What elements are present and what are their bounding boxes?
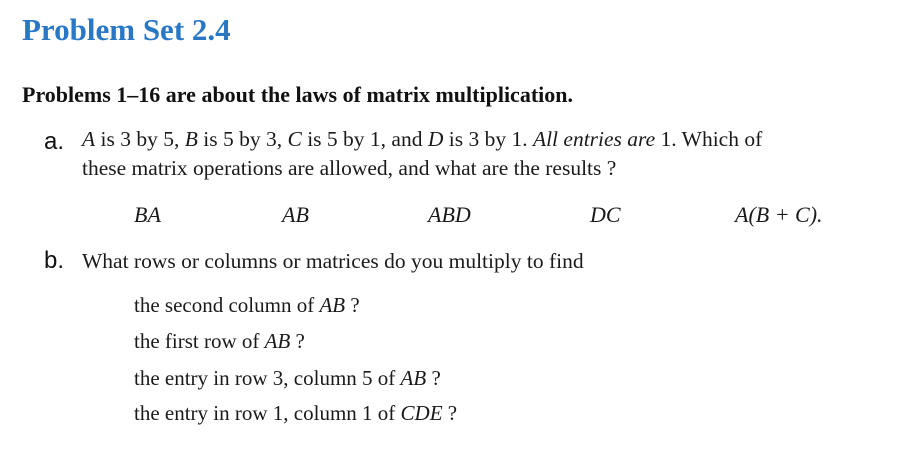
problem-b-item-1: the second column of AB ? bbox=[134, 293, 360, 318]
var-b: B bbox=[184, 127, 198, 151]
text-segment: is 5 by 3, bbox=[197, 127, 288, 151]
problem-b-item-2: the first row of AB ? bbox=[134, 329, 305, 354]
var-a: A bbox=[82, 127, 96, 151]
text-segment: is 3 by 1. bbox=[443, 127, 533, 151]
expression-ba: BA bbox=[134, 202, 161, 227]
item-var: AB bbox=[264, 329, 291, 353]
text-segment: is 5 by 1, and bbox=[301, 127, 428, 151]
var-c: C bbox=[287, 127, 302, 151]
item-text: the entry in row 3, column 5 of bbox=[134, 366, 401, 390]
item-end: ? bbox=[442, 401, 458, 425]
section-intro: Problems 1–16 are about the laws of matr… bbox=[22, 82, 573, 107]
expression-abd: ABD bbox=[428, 202, 471, 227]
item-text: the entry in row 1, column 1 of bbox=[134, 401, 401, 425]
item-text: the first row of bbox=[134, 329, 265, 353]
problem-a-marker: a. bbox=[44, 128, 65, 155]
expression-ab: AB bbox=[282, 202, 309, 227]
item-var: CDE bbox=[400, 401, 443, 425]
item-text: the second column of bbox=[134, 293, 320, 317]
item-end: ? bbox=[426, 366, 441, 390]
var-d: D bbox=[427, 127, 444, 151]
expression-dc: DC bbox=[590, 202, 621, 227]
item-var: AB bbox=[400, 366, 427, 390]
page-title: Problem Set 2.4 bbox=[22, 12, 231, 47]
item-var: AB bbox=[319, 293, 346, 317]
item-end: ? bbox=[290, 329, 305, 353]
problem-a-line-2: these matrix operations are allowed, and… bbox=[82, 156, 617, 180]
emphasis-text: All entries are bbox=[532, 127, 656, 151]
text-segment: 1. Which of bbox=[655, 127, 763, 151]
problem-b-prompt: What rows or columns or matrices do you … bbox=[82, 249, 584, 273]
problem-b-item-4: the entry in row 1, column 1 of CDE ? bbox=[134, 401, 457, 426]
expression-a-b-plus-c: A(B + C). bbox=[735, 202, 823, 227]
item-end: ? bbox=[345, 293, 360, 317]
problem-a-line-1: A is 3 by 5, B is 5 by 3, C is 5 by 1, a… bbox=[82, 127, 762, 152]
problem-b-item-3: the entry in row 3, column 5 of AB ? bbox=[134, 366, 441, 391]
problem-b-marker: b. bbox=[44, 247, 65, 274]
text-segment: is 3 by 5, bbox=[95, 127, 185, 151]
